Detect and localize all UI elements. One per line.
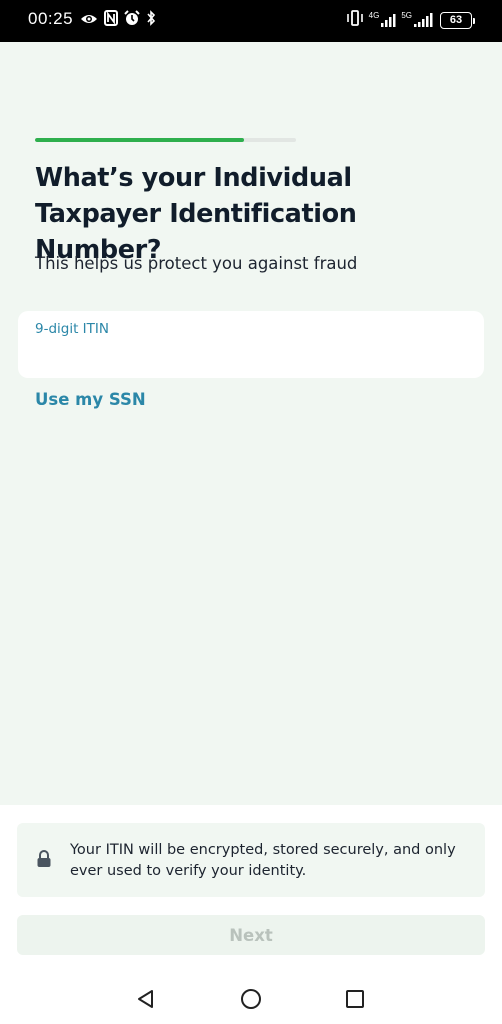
status-right-icons: 4G 5G 63 [346,10,475,30]
signal-5g-icon: 5G [401,12,435,28]
itin-field-label: 9-digit ITIN [35,321,109,337]
itin-input[interactable] [35,341,465,369]
vibrate-icon [346,10,364,30]
system-nav-bar [0,975,502,1024]
bottom-panel: Your ITIN will be encrypted, stored secu… [0,805,502,1024]
recents-icon[interactable] [341,985,369,1013]
progress-bar [35,138,296,142]
network-4g-label: 4G [368,11,380,20]
next-button[interactable]: Next [17,915,485,955]
use-ssn-link[interactable]: Use my SSN [35,390,146,409]
signal-4g-icon: 4G [369,12,397,28]
home-icon[interactable] [237,985,265,1013]
progress-fill [35,138,244,142]
nfc-icon [104,10,118,30]
itin-field[interactable]: 9-digit ITIN [18,311,484,378]
status-time: 00:25 [28,9,74,28]
battery-indicator: 63 [440,11,475,29]
status-bar: 00:25 4G 5G 63 [0,0,502,42]
network-5g-label: 5G [401,11,412,20]
page-subtitle: This helps us protect you against fraud [35,254,358,273]
lock-icon [36,850,52,872]
encryption-notice: Your ITIN will be encrypted, stored secu… [17,823,485,897]
eye-icon [80,11,98,30]
bluetooth-icon [146,10,156,30]
alarm-icon [124,10,140,30]
page-title: What’s your Individual Taxpayer Identifi… [35,163,357,265]
status-left-icons [80,10,156,30]
notice-text: Your ITIN will be encrypted, stored secu… [70,842,456,879]
back-icon[interactable] [132,985,160,1013]
